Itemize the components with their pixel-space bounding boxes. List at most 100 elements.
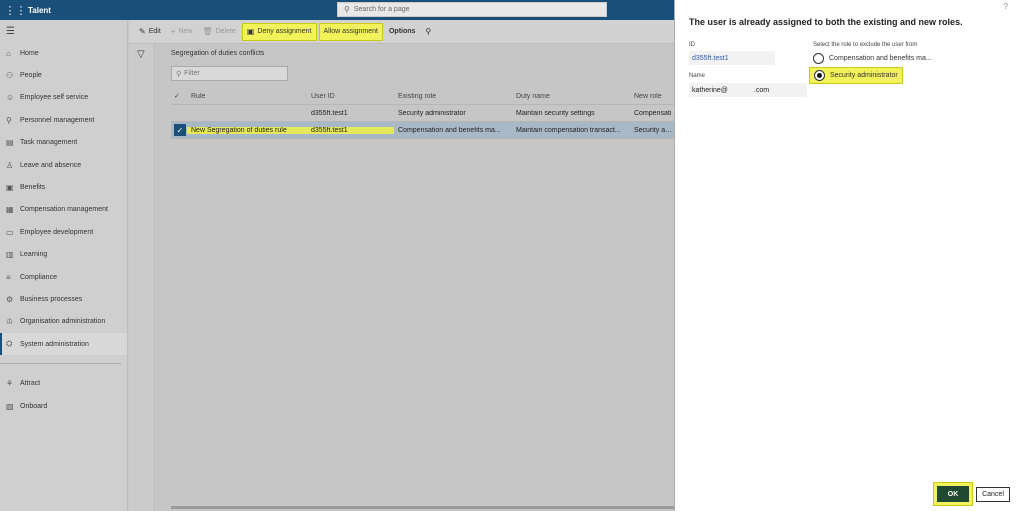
cell-existing-role: Security administrator xyxy=(398,109,466,117)
attract-icon: ⚘ xyxy=(6,379,14,389)
name-label: Name xyxy=(689,73,706,79)
new-button[interactable]: + New xyxy=(167,23,197,41)
column-header-existing-role[interactable]: Existing role xyxy=(394,93,512,100)
allow-assignment-button[interactable]: Allow assignment xyxy=(318,22,383,41)
leave-icon: ♙ xyxy=(6,160,14,170)
cell-user-id: d355ft.test1 xyxy=(307,126,394,134)
development-icon: ▭ xyxy=(6,227,14,237)
ok-button-highlight: OK xyxy=(933,482,973,506)
learning-icon: ▥ xyxy=(6,250,14,260)
cell-new-role: Security adm xyxy=(634,126,674,134)
name-suffix: .com xyxy=(753,86,770,94)
column-header-duty-name[interactable]: Duty name xyxy=(512,93,630,100)
sidebar-item-learning[interactable]: ▥ Learning xyxy=(0,244,127,266)
app-title: Talent xyxy=(28,5,51,15)
benefits-icon: ▣ xyxy=(6,183,14,193)
column-header-user-id[interactable]: User ID xyxy=(307,93,394,100)
sidebar-item-label: Task management xyxy=(20,139,78,147)
clipboard-icon: ▤ xyxy=(6,138,14,148)
ok-button[interactable]: OK xyxy=(937,486,969,502)
sidebar-item-label: Employee development xyxy=(20,228,94,236)
cancel-button[interactable]: Cancel xyxy=(976,487,1010,502)
nav-divider xyxy=(0,363,121,365)
sidebar-item-label: Organisation administration xyxy=(20,318,106,326)
sidebar-item-label: People xyxy=(20,72,42,80)
delete-button[interactable]: 🗑 Delete xyxy=(198,23,239,41)
sidebar-item-benefits[interactable]: ▣ Benefits xyxy=(0,176,127,198)
nav-list-secondary: ⚘ Attract ▧ Onboard xyxy=(0,372,127,417)
radio-option-compensation[interactable]: Compensation and benefits ma... xyxy=(813,53,932,64)
sidebar-item-compliance[interactable]: ≡ Compliance xyxy=(0,266,127,288)
sidebar-item-compensation-management[interactable]: ▦ Compensation management xyxy=(0,199,127,221)
filter-pane: ▽ xyxy=(129,44,155,511)
help-icon[interactable]: ? xyxy=(1004,2,1008,11)
sidebar-item-label: Employee self service xyxy=(20,94,89,102)
conflicts-grid: ✓ Rule User ID Existing role Duty name N… xyxy=(171,88,674,139)
sidebar-item-employee-self-service[interactable]: ☺ Employee self service xyxy=(0,87,127,109)
horizontal-scrollbar[interactable] xyxy=(171,506,674,509)
toolbar-search-icon[interactable]: ⚲ xyxy=(421,23,438,41)
system-icon: ⛭ xyxy=(6,339,13,349)
main-content: Segregation of duties conflicts ⚲ Filter… xyxy=(156,44,674,511)
grid-filter-input[interactable]: ⚲ Filter xyxy=(171,66,288,81)
sidebar-item-employee-development[interactable]: ▭ Employee development xyxy=(0,221,127,243)
deny-assignment-button[interactable]: ▣ Deny assignment xyxy=(241,22,317,41)
compensation-icon: ▦ xyxy=(6,205,14,215)
sidebar-item-people[interactable]: ⚇ People xyxy=(0,64,127,86)
compliance-icon: ≡ xyxy=(6,272,11,282)
name-field[interactable]: katherine@ .com xyxy=(689,83,807,97)
sidebar-item-label: System administration xyxy=(20,340,89,348)
sidebar-item-label: Compliance xyxy=(20,273,57,281)
options-button[interactable]: Options xyxy=(385,23,419,41)
column-header-rule[interactable]: Rule xyxy=(187,93,307,100)
role-prompt: Select the role to exclude the user from xyxy=(813,42,918,48)
sidebar-item-business-processes[interactable]: ⚙ Business processes xyxy=(0,288,127,310)
id-value[interactable]: d355ft.test1 xyxy=(689,51,775,65)
radio-option-security-admin[interactable]: Security administrator xyxy=(809,67,903,84)
process-icon: ⚙ xyxy=(6,294,14,304)
nav-list: ⌂ Home ⚇ People ☺ Employee self service ⚲ Perso… xyxy=(0,42,127,356)
filter-icon[interactable]: ▽ xyxy=(137,49,145,60)
left-navigation: ☰ ⌂ Home ⚇ People ☺ Employee self service ⚲ Per… xyxy=(0,20,128,511)
sidebar-item-personnel-management[interactable]: ⚲ Personnel management xyxy=(0,109,127,131)
sidebar-item-leave-and-absence[interactable]: ♙ Leave and absence xyxy=(0,154,127,176)
name-value: katherine@ xyxy=(692,86,728,94)
id-label: ID xyxy=(689,42,695,48)
cell-new-role: Compensati xyxy=(634,109,672,117)
trash-icon: 🗑 xyxy=(202,27,213,36)
sidebar-item-label: Home xyxy=(20,49,39,57)
sidebar-item-onboard[interactable]: ▧ Onboard xyxy=(0,395,127,417)
sidebar-item-attract[interactable]: ⚘ Attract xyxy=(0,372,127,394)
edit-button[interactable]: ✎ Edit xyxy=(135,23,165,41)
search-input[interactable]: ⚲ Search for a page xyxy=(337,2,607,17)
personnel-icon: ⚲ xyxy=(6,115,12,125)
sidebar-item-label: Onboard xyxy=(20,402,48,410)
cell-user-id: d355ft.test1 xyxy=(311,109,348,117)
sidebar-item-task-management[interactable]: ▤ Task management xyxy=(0,132,127,154)
org-icon: ♔ xyxy=(6,317,14,327)
sidebar-item-organisation-administration[interactable]: ♔ Organisation administration xyxy=(0,311,127,333)
sidebar-item-system-administration[interactable]: ⛭ System administration xyxy=(0,333,127,356)
app-launcher-icon[interactable]: ⋮⋮⋮ xyxy=(0,0,27,20)
table-row[interactable]: d355ft.test1 Security administrator Main… xyxy=(171,105,674,122)
home-icon: ⌂ xyxy=(6,48,11,58)
hamburger-menu-icon[interactable]: ☰ xyxy=(0,20,127,42)
radio-selected-icon xyxy=(814,70,825,81)
search-icon: ⚲ xyxy=(344,5,350,14)
search-placeholder: Search for a page xyxy=(353,6,410,13)
sidebar-item-home[interactable]: ⌂ Home xyxy=(0,42,127,64)
row-check[interactable]: ✓ xyxy=(171,124,187,136)
sidebar-item-label: Benefits xyxy=(20,184,46,192)
cell-existing-role: Compensation and benefits ma... xyxy=(398,126,501,134)
role-conflict-dialog: ? The user is already assigned to both t… xyxy=(674,0,1024,511)
select-all-check-icon[interactable]: ✓ xyxy=(171,92,187,100)
deny-icon: ▣ xyxy=(246,27,255,36)
filter-search-icon: ⚲ xyxy=(176,70,182,78)
table-row[interactable]: ✓ New Segregation of duties rule d355ft.… xyxy=(171,122,674,139)
action-toolbar: ✎ Edit + New 🗑 Delete ▣ Deny assignment Allo… xyxy=(129,20,674,44)
radio-icon xyxy=(813,53,824,64)
sidebar-item-label: Attract xyxy=(20,380,41,388)
section-title: Segregation of duties conflicts xyxy=(171,50,265,57)
grid-header: ✓ Rule User ID Existing role Duty name N… xyxy=(171,88,674,105)
column-header-new-role[interactable]: New role xyxy=(630,93,674,100)
